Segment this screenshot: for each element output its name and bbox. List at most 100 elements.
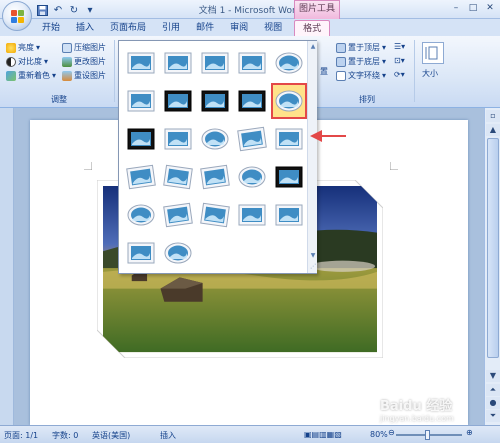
reset-picture-button[interactable]: 重设图片 [62,70,106,81]
browse-object-icon[interactable]: ● [486,397,500,409]
watermark: Baidu 经验 jingyan.baidu.com [380,395,454,423]
picture-style-oval[interactable] [271,83,307,119]
rotate-icon[interactable]: ⟳▾ [394,70,405,79]
scroll-down-icon[interactable]: ▼ [486,370,500,382]
picture-style-reflected-rounded[interactable] [271,45,307,81]
tab-review[interactable]: 审阅 [222,20,256,36]
next-page-icon[interactable]: ⏷ [486,410,500,422]
picture-style-reflected-bevel-white[interactable] [271,121,307,157]
send-back-icon [336,56,346,67]
change-picture-button[interactable]: 更改图片 [62,56,106,67]
picture-style-thick-matte-black[interactable] [197,83,233,119]
style-thumbnail-icon [164,128,192,150]
text-wrapping-button[interactable]: 文字环绕 ▾ [336,70,386,81]
sun-icon [6,42,16,53]
gallery-scroll-up-icon[interactable]: ▲ [308,42,318,52]
picture-style-reflected-perspective-left[interactable] [160,197,196,233]
picture-style-metal-rounded[interactable] [123,197,159,233]
tab-home[interactable]: 开始 [34,20,68,36]
style-thumbnail-icon [200,202,230,228]
send-to-back-button[interactable]: 置于底层 ▾ [336,56,386,67]
language-indicator[interactable]: 英语(美国) [92,430,130,441]
picture-style-bevel-rectangle[interactable] [234,197,270,233]
brightness-label: 亮度 [18,43,34,52]
gallery-resize-icon[interactable]: ⋰ [308,262,318,272]
close-button[interactable]: ✕ [482,1,498,15]
zoom-in-icon[interactable]: ⊕ [466,428,473,437]
picture-styles-gallery: ▲ ▼ ⋰ [118,40,317,274]
recolor-button[interactable]: 重新着色 ▾ [6,70,56,81]
word-count[interactable]: 字数: 0 [52,430,78,441]
compress-label: 压缩图片 [74,43,106,52]
picture-style-center-shadow-rectangle[interactable] [160,121,196,157]
size-label[interactable]: 大小 [422,68,438,79]
scroll-up-icon[interactable]: ▲ [486,124,500,136]
style-thumbnail-icon [127,128,155,150]
picture-tools-header: 图片工具 [294,0,340,19]
zoom-level[interactable]: 80% [370,430,388,439]
picture-style-metal-oval[interactable] [160,235,196,271]
picture-style-rounded-diagonal-corner[interactable] [234,159,270,195]
picture-style-snip-diagonal-corner[interactable] [123,235,159,271]
style-thumbnail-icon [163,164,193,190]
vertical-scrollbar[interactable]: ▫ ▲ ▼ ⏶ ● ⏷ [484,108,500,425]
ruler-toggle-icon[interactable]: ▫ [486,110,500,122]
picture-style-soft-edge-rectangle[interactable] [123,83,159,119]
picture-style-moderate-frame-black[interactable] [271,159,307,195]
minimize-button[interactable]: – [448,1,464,15]
picture-style-simple-frame-white[interactable] [123,45,159,81]
picture-style-drop-shadow-rectangle[interactable] [234,45,270,81]
picture-style-simple-frame-black[interactable] [234,83,270,119]
tab-insert[interactable]: 插入 [68,20,102,36]
style-thumbnail-icon [238,52,266,74]
size-icon[interactable] [422,42,444,64]
picture-style-relaxed-perspective[interactable] [160,159,196,195]
zoom-out-icon[interactable]: ⊖ [388,428,395,437]
zoom-slider-thumb[interactable] [425,430,430,440]
compress-pictures-button[interactable]: 压缩图片 [62,42,106,53]
position-partial-label: 置 [320,67,328,76]
contrast-icon [6,56,16,67]
arrange-group-label: 排列 [359,95,375,104]
contrast-button[interactable]: 对比度 ▾ [6,56,48,67]
view-buttons[interactable]: ▣▤▥▦▧ [304,430,342,439]
tab-references[interactable]: 引用 [154,20,188,36]
scroll-thumb[interactable] [487,138,499,358]
picture-style-rotated-white[interactable] [234,121,270,157]
change-picture-icon [62,56,72,67]
group-separator [114,40,115,102]
picture-style-double-frame-black[interactable] [160,83,196,119]
previous-page-icon[interactable]: ⏶ [486,384,500,396]
brightness-button[interactable]: 亮度 ▾ [6,42,40,53]
group-objects-icon[interactable]: ⊡▾ [394,56,405,65]
picture-style-moderate-frame-white[interactable] [271,197,307,233]
tab-mailings[interactable]: 邮件 [188,20,222,36]
tab-page-layout[interactable]: 页面布局 [102,20,154,36]
style-thumbnail-icon [275,90,303,112]
style-thumbnail-icon [126,164,156,190]
window-controls: – □ ✕ [448,1,498,15]
page-count[interactable]: 页面: 1/1 [4,430,38,441]
tab-format[interactable]: 格式 [294,20,331,36]
gallery-scroll-down-icon[interactable]: ▼ [308,251,318,261]
picture-style-perspective-shadow[interactable] [123,159,159,195]
watermark-brand: Baidu 经验 [380,399,453,414]
align-icon[interactable]: ☰▾ [394,42,405,51]
contrast-label: 对比度 [18,57,42,66]
picture-style-compound-frame-black[interactable] [123,121,159,157]
gallery-scrollbar[interactable]: ▲ ▼ ⋰ [307,41,317,273]
office-button[interactable] [2,1,32,31]
maximize-button[interactable]: □ [465,1,481,15]
picture-style-bevel-perspective[interactable] [197,159,233,195]
insert-mode[interactable]: 插入 [160,430,176,441]
picture-style-perspective-tilt[interactable] [197,197,233,233]
crop-mark [84,162,92,170]
picture-style-beveled-matte-white[interactable] [160,45,196,81]
picture-style-soft-edge-oval[interactable] [197,121,233,157]
send-to-back-label: 置于底层 [348,57,380,66]
status-bar: 页面: 1/1 字数: 0 英语(美国) 插入 ▣▤▥▦▧ 80% ⊖ ⊕ [0,425,500,443]
reset-picture-label: 重设图片 [74,71,106,80]
tab-view[interactable]: 视图 [256,20,290,36]
bring-to-front-button[interactable]: 置于顶层 ▾ [336,42,386,53]
picture-style-metal-frame[interactable] [197,45,233,81]
